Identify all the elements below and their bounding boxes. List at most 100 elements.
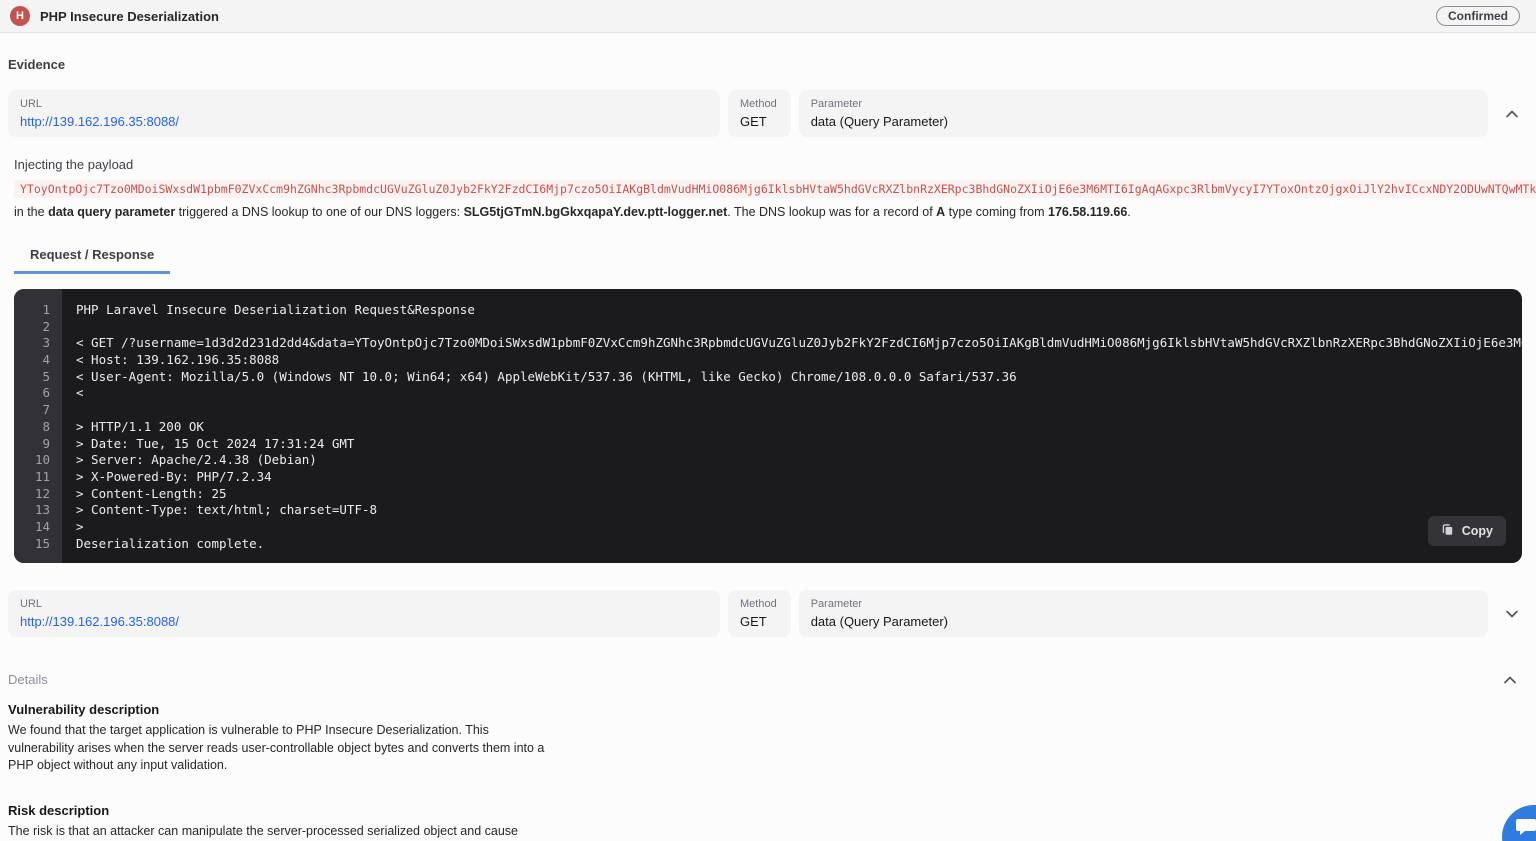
code-text: > Server: Apache/2.4.38 (Debian) bbox=[62, 452, 1522, 469]
line-number: 2 bbox=[14, 319, 62, 336]
evidence-row-1: URL http://139.162.196.35:8088/ Method G… bbox=[8, 90, 1528, 137]
parameter-label: Parameter bbox=[811, 598, 1476, 610]
finding-header: H PHP Insecure Deserialization Confirmed bbox=[0, 0, 1536, 33]
code-line: 8> HTTP/1.1 200 OK bbox=[14, 419, 1522, 436]
method-value: GET bbox=[740, 614, 777, 629]
url-label: URL bbox=[20, 598, 708, 610]
status-badge: Confirmed bbox=[1436, 6, 1520, 26]
finding-part: . bbox=[1127, 205, 1130, 219]
code-text: < GET /?username=1d3d2d231d2dd4&data=YTo… bbox=[62, 335, 1522, 352]
evidence-section-title: Evidence bbox=[8, 57, 1528, 72]
parameter-box: Parameter data (Query Parameter) bbox=[799, 90, 1488, 137]
code-line: 10> Server: Apache/2.4.38 (Debian) bbox=[14, 452, 1522, 469]
payload-section: Injecting the payload YToyOntpOjc7Tzo0MD… bbox=[14, 157, 1528, 219]
risk-description-text: The risk is that an attacker can manipul… bbox=[8, 823, 556, 841]
code-line: 1PHP Laravel Insecure Deserialization Re… bbox=[14, 302, 1522, 319]
finding-summary-text: in the data query parameter triggered a … bbox=[14, 205, 1528, 219]
method-box: Method GET bbox=[728, 90, 791, 137]
url-label: URL bbox=[20, 98, 708, 110]
payload-intro-text: Injecting the payload bbox=[14, 157, 1528, 172]
code-line: 12> Content-Length: 25 bbox=[14, 486, 1522, 503]
details-header: Details bbox=[8, 672, 1528, 687]
code-text: > Date: Tue, 15 Oct 2024 17:31:24 GMT bbox=[62, 436, 1522, 453]
expand-evidence-button[interactable] bbox=[1496, 590, 1528, 637]
target-url-link[interactable]: http://139.162.196.35:8088/ bbox=[20, 114, 179, 129]
code-line: 4< Host: 139.162.196.35:8088 bbox=[14, 352, 1522, 369]
parameter-value: data (Query Parameter) bbox=[811, 614, 1476, 629]
line-number: 12 bbox=[14, 486, 62, 503]
tab-request-response[interactable]: Request / Response bbox=[14, 239, 170, 274]
finding-part: triggered a DNS lookup to one of our DNS… bbox=[175, 205, 463, 219]
line-number: 4 bbox=[14, 352, 62, 369]
code-line: 3< GET /?username=1d3d2d231d2dd4&data=YT… bbox=[14, 335, 1522, 352]
code-line: 15Deserialization complete. bbox=[14, 536, 1522, 553]
code-line: 2 bbox=[14, 319, 1522, 336]
code-line: 7 bbox=[14, 402, 1522, 419]
parameter-label: Parameter bbox=[811, 98, 1476, 110]
vulnerability-description-text: We found that the target application is … bbox=[8, 722, 556, 775]
parameter-box: Parameter data (Query Parameter) bbox=[799, 590, 1488, 637]
code-text: < Host: 139.162.196.35:8088 bbox=[62, 352, 1522, 369]
payload-string: YToyOntpOjc7Tzo0MDoiSWxsdW1pbmF0ZVxCcm9h… bbox=[14, 180, 1536, 198]
code-text: < bbox=[62, 385, 1522, 402]
request-response-code-block: 1PHP Laravel Insecure Deserialization Re… bbox=[14, 289, 1522, 563]
chevron-down-icon bbox=[1506, 606, 1518, 621]
tab-bar: Request / Response bbox=[14, 239, 1528, 274]
code-line: 11> X-Powered-By: PHP/7.2.34 bbox=[14, 469, 1522, 486]
code-text: > X-Powered-By: PHP/7.2.34 bbox=[62, 469, 1522, 486]
code-text: > HTTP/1.1 200 OK bbox=[62, 419, 1522, 436]
risk-description-heading: Risk description bbox=[8, 803, 1528, 818]
finding-part: type coming from bbox=[945, 205, 1048, 219]
details-section: Details Vulnerability description We fou… bbox=[8, 672, 1528, 841]
source-ip: 176.58.119.66 bbox=[1048, 205, 1127, 219]
line-number: 9 bbox=[14, 436, 62, 453]
method-label: Method bbox=[740, 598, 777, 610]
chevron-up-icon bbox=[1506, 106, 1518, 121]
evidence-row-2: URL http://139.162.196.35:8088/ Method G… bbox=[8, 590, 1528, 637]
line-number: 8 bbox=[14, 419, 62, 436]
line-number: 6 bbox=[14, 385, 62, 402]
code-text: < User-Agent: Mozilla/5.0 (Windows NT 10… bbox=[62, 369, 1522, 386]
code-line: 5< User-Agent: Mozilla/5.0 (Windows NT 1… bbox=[14, 369, 1522, 386]
method-label: Method bbox=[740, 98, 777, 110]
line-number: 14 bbox=[14, 519, 62, 536]
code-line: 6< bbox=[14, 385, 1522, 402]
copy-icon bbox=[1441, 523, 1454, 539]
dns-record-type: A bbox=[936, 205, 945, 219]
method-box: Method GET bbox=[728, 590, 791, 637]
code-text bbox=[62, 402, 1522, 419]
method-value: GET bbox=[740, 114, 777, 129]
code-text: PHP Laravel Insecure Deserialization Req… bbox=[62, 302, 1522, 319]
code-text: > Content-Type: text/html; charset=UTF-8 bbox=[62, 502, 1522, 519]
line-number: 5 bbox=[14, 369, 62, 386]
chevron-up-icon bbox=[1504, 672, 1516, 687]
finding-part: . The DNS lookup was for a record of bbox=[727, 205, 936, 219]
collapse-details-button[interactable] bbox=[1494, 672, 1526, 687]
finding-part: in the bbox=[14, 205, 48, 219]
code-line: 13> Content-Type: text/html; charset=UTF… bbox=[14, 502, 1522, 519]
url-box: URL http://139.162.196.35:8088/ bbox=[8, 90, 720, 137]
code-text: Deserialization complete. bbox=[62, 536, 1522, 553]
line-number: 3 bbox=[14, 335, 62, 352]
code-text: > bbox=[62, 519, 1522, 536]
chat-bubble-icon bbox=[1515, 817, 1536, 840]
collapse-evidence-button[interactable] bbox=[1496, 90, 1528, 137]
line-number: 13 bbox=[14, 502, 62, 519]
severity-high-badge: H bbox=[10, 6, 30, 26]
details-section-title: Details bbox=[8, 672, 48, 687]
target-url-link[interactable]: http://139.162.196.35:8088/ bbox=[20, 614, 179, 629]
parameter-value: data (Query Parameter) bbox=[811, 114, 1476, 129]
copy-button[interactable]: Copy bbox=[1428, 516, 1506, 546]
line-number: 1 bbox=[14, 302, 62, 319]
dns-logger-hostname: SLG5tjGTmN.bgGkxqapaY.dev.ptt-logger.net bbox=[464, 205, 728, 219]
url-box: URL http://139.162.196.35:8088/ bbox=[8, 590, 720, 637]
code-text: > Content-Length: 25 bbox=[62, 486, 1522, 503]
page-title: PHP Insecure Deserialization bbox=[40, 9, 219, 24]
vulnerability-description-heading: Vulnerability description bbox=[8, 702, 1528, 717]
code-text bbox=[62, 319, 1522, 336]
line-number: 15 bbox=[14, 536, 62, 553]
copy-button-label: Copy bbox=[1462, 524, 1493, 538]
line-number: 7 bbox=[14, 402, 62, 419]
finding-parameter-name: data query parameter bbox=[48, 205, 175, 219]
line-number: 10 bbox=[14, 452, 62, 469]
